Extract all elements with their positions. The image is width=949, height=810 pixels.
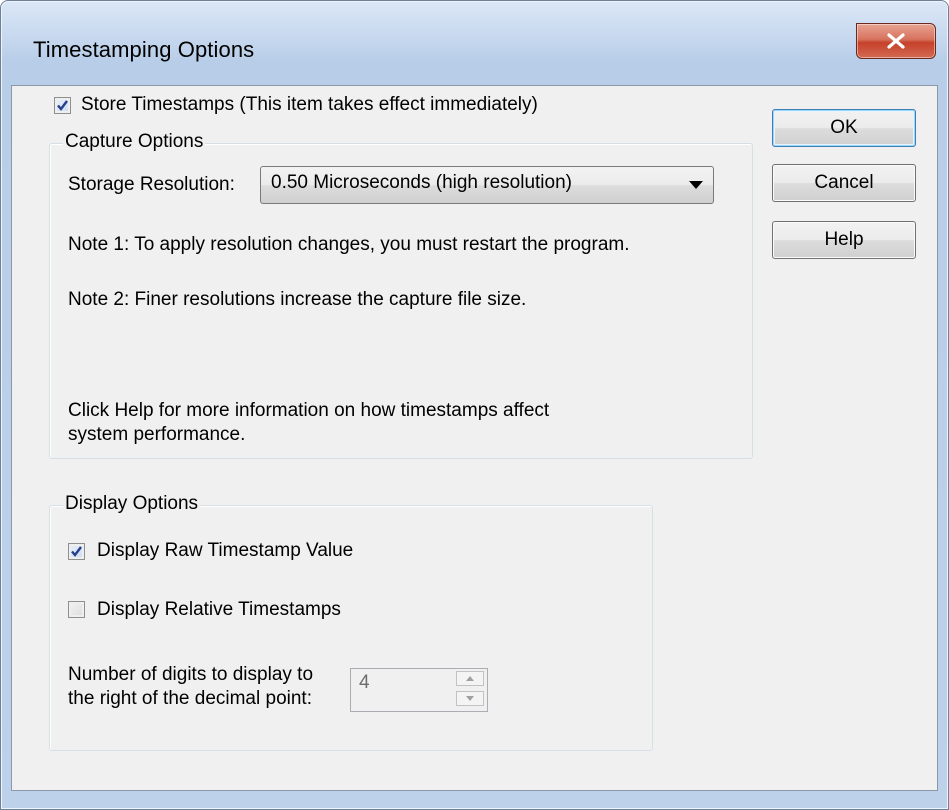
- spin-up-icon: [466, 676, 474, 681]
- spin-down-button[interactable]: [456, 691, 484, 706]
- note-file-size: Note 2: Finer resolutions increase the c…: [68, 289, 527, 310]
- help-info-line2: system performance.: [68, 424, 246, 445]
- display-raw-timestamp-checkbox[interactable]: [68, 543, 85, 560]
- store-timestamps-checkbox[interactable]: [54, 97, 71, 114]
- storage-resolution-label: Storage Resolution:: [68, 174, 235, 195]
- window-title: Timestamping Options: [33, 37, 255, 62]
- checkmark-icon: [71, 546, 82, 557]
- storage-resolution-value: 0.50 Microseconds (high resolution): [271, 172, 572, 193]
- close-x-icon: [887, 33, 905, 49]
- display-options-legend: Display Options: [63, 493, 201, 515]
- decimal-digits-label-line2: the right of the decimal point:: [68, 688, 312, 709]
- decimal-digits-spinbox[interactable]: 4: [350, 668, 488, 712]
- spin-down-icon: [466, 696, 474, 701]
- display-relative-timestamps-label[interactable]: Display Relative Timestamps: [97, 599, 341, 621]
- store-timestamps-label[interactable]: Store Timestamps (This item takes effect…: [81, 94, 538, 116]
- display-raw-timestamp-label[interactable]: Display Raw Timestamp Value: [97, 540, 353, 562]
- decimal-digits-label-line1: Number of digits to display to: [68, 664, 314, 685]
- note-restart: Note 1: To apply resolution changes, you…: [68, 234, 630, 255]
- chevron-down-icon: [689, 181, 703, 189]
- spin-up-button[interactable]: [456, 671, 484, 686]
- close-button[interactable]: [856, 23, 936, 59]
- help-info-line1: Click Help for more information on how t…: [68, 400, 550, 421]
- title-bar[interactable]: Timestamping Options: [1, 1, 948, 95]
- storage-resolution-dropdown[interactable]: 0.50 Microseconds (high resolution): [260, 166, 714, 204]
- checkmark-icon: [57, 100, 68, 111]
- dialog-client-area: Store Timestamps (This item takes effect…: [11, 85, 938, 791]
- capture-options-legend: Capture Options: [63, 131, 206, 153]
- dialog-window: Timestamping Options Store Timestamps (T…: [0, 0, 949, 810]
- decimal-digits-value: 4: [359, 672, 370, 693]
- cancel-button[interactable]: Cancel: [772, 164, 916, 202]
- display-relative-timestamps-checkbox[interactable]: [68, 601, 85, 618]
- help-button[interactable]: Help: [772, 221, 916, 259]
- ok-button[interactable]: OK: [772, 109, 916, 147]
